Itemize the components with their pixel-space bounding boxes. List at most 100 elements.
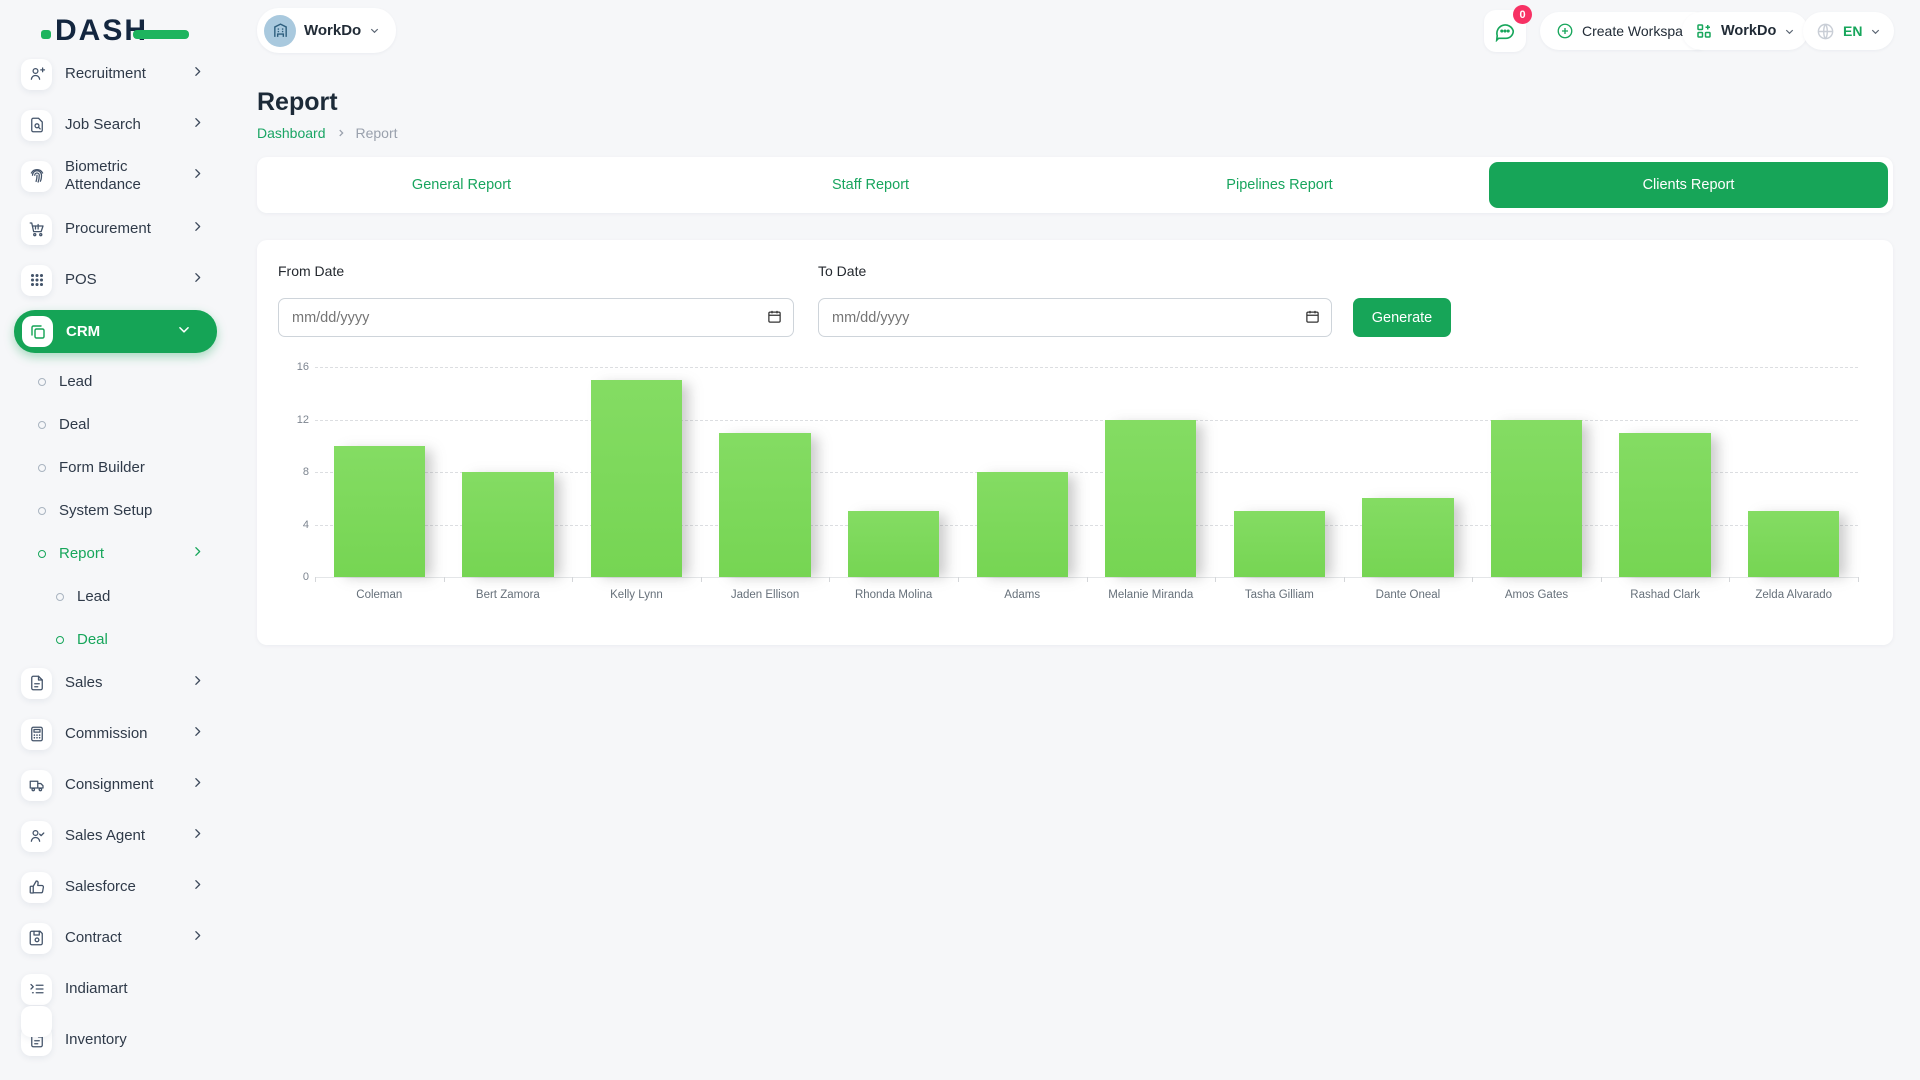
report-tabs: General ReportStaff ReportPipelines Repo…: [257, 157, 1893, 213]
language-code: EN: [1843, 23, 1862, 39]
bar-jaden-ellison[interactable]: [719, 433, 810, 577]
chevron-right-icon: [191, 827, 204, 845]
bar-bert-zamora[interactable]: [462, 472, 553, 577]
bullet-icon: [38, 421, 46, 429]
sidebar-item-procurement[interactable]: Procurement: [0, 208, 230, 250]
bullet-icon: [56, 593, 64, 601]
sidebar-item-biometric-attendance[interactable]: Biometric Attendance: [0, 155, 230, 197]
tab-clients-report[interactable]: Clients Report: [1489, 162, 1888, 208]
sidebar-item-label: CRM: [66, 323, 184, 341]
messages-button[interactable]: 0: [1484, 10, 1526, 52]
x-axis-category-label: Kelly Lynn: [572, 589, 701, 601]
chat-bubble-icon: [1494, 20, 1516, 42]
x-axis-tick: [1472, 577, 1473, 582]
x-axis-tick: [1858, 577, 1859, 582]
thumbs-up-icon: [21, 872, 52, 903]
tab-general-report[interactable]: General Report: [257, 157, 666, 213]
app-switcher[interactable]: WorkDo: [1682, 12, 1808, 50]
bar-melanie-miranda[interactable]: [1105, 420, 1196, 578]
globe-icon: [1816, 22, 1835, 41]
breadcrumb: Dashboard Report: [257, 125, 1893, 141]
sidebar-item-consignment[interactable]: Consignment: [0, 764, 230, 806]
sidebar-item-label: Lead: [77, 588, 195, 606]
app-logo: DASH: [55, 14, 185, 50]
chevron-right-icon: [191, 929, 204, 947]
sidebar-item-label: Biometric Attendance: [65, 158, 183, 194]
sidebar-item-lead[interactable]: Lead: [0, 361, 230, 403]
tab-pipelines-report[interactable]: Pipelines Report: [1075, 157, 1484, 213]
report-card: From Date To Date Generate 0481216Colema…: [257, 240, 1893, 645]
sidebar-item-pos[interactable]: POS: [0, 259, 230, 301]
sidebar-item-label: Consignment: [65, 776, 183, 794]
sidebar-item-sales-agent[interactable]: Sales Agent: [0, 815, 230, 857]
user-plus-icon: [21, 59, 52, 90]
truck-icon: [21, 770, 52, 801]
workspace-avatar: [264, 15, 296, 47]
sidebar-item-contract[interactable]: Contract: [0, 917, 230, 959]
tab-staff-report[interactable]: Staff Report: [666, 157, 1075, 213]
sidebar-item-form-builder[interactable]: Form Builder: [0, 447, 230, 489]
breadcrumb-dashboard-link[interactable]: Dashboard: [257, 125, 326, 141]
bar-rashad-clark[interactable]: [1619, 433, 1710, 577]
sidebar-item-deal[interactable]: Deal: [0, 619, 230, 661]
sidebar-item-recruitment[interactable]: Recruitment: [0, 57, 230, 95]
sidebar-item-job-search[interactable]: Job Search: [0, 104, 230, 146]
bar-zelda-alvarado[interactable]: [1748, 511, 1839, 577]
sidebar-item-label: Procurement: [65, 220, 183, 238]
calculator-icon: [21, 719, 52, 750]
sidebar-nav: Recruitment Job Search Biometric Attendanc…: [0, 57, 230, 1080]
chevron-down-icon: [369, 25, 380, 36]
sidebar-item-crm[interactable]: CRM: [14, 310, 217, 353]
bullet-icon: [38, 464, 46, 472]
x-axis-category-label: Jaden Ellison: [701, 589, 830, 601]
x-axis-category-label: Coleman: [315, 589, 444, 601]
sidebar-item-label: Recruitment: [65, 65, 183, 83]
gridline: [315, 367, 1858, 368]
page-title: Report: [257, 88, 1893, 117]
bar-amos-gates[interactable]: [1491, 420, 1582, 578]
sidebar-item-system-setup[interactable]: System Setup: [0, 490, 230, 532]
bar-coleman[interactable]: [334, 446, 425, 577]
create-workspace-label: Create Workspace: [1582, 23, 1698, 39]
x-axis-tick: [1729, 577, 1730, 582]
sidebar-item-label: Job Search: [65, 116, 183, 134]
sidebar-item-label: System Setup: [59, 502, 177, 520]
x-axis-tick: [958, 577, 959, 582]
cart-icon: [21, 214, 52, 245]
x-axis-category-label: Rashad Clark: [1601, 589, 1730, 601]
sidebar-item-label: Commission: [65, 725, 183, 743]
bar-tasha-gilliam[interactable]: [1234, 511, 1325, 577]
sidebar-item-sales[interactable]: Sales: [0, 662, 230, 704]
plus-circle-icon: [1556, 22, 1574, 40]
sidebar-item-indiamart[interactable]: Indiamart: [0, 968, 230, 1010]
chevron-right-icon: [191, 271, 204, 289]
sidebar-item-lead[interactable]: Lead: [0, 576, 230, 618]
x-axis-category-label: Rhonda Molina: [829, 589, 958, 601]
chevron-right-icon: [191, 878, 204, 896]
clients-report-bar-chart: 0481216ColemanBert ZamoraKelly LynnJaden…: [257, 240, 1893, 645]
language-selector[interactable]: EN: [1803, 12, 1894, 50]
bullet-icon: [38, 550, 46, 558]
sidebar-item-report[interactable]: Report: [0, 533, 230, 575]
chevron-right-icon: [191, 65, 204, 83]
bar-kelly-lynn[interactable]: [591, 380, 682, 577]
y-axis-tick-label: 16: [269, 361, 309, 373]
chevron-right-icon: [191, 167, 204, 185]
bar-rhonda-molina[interactable]: [848, 511, 939, 577]
list-icon: [21, 974, 52, 1005]
sidebar-item-salesforce[interactable]: Salesforce: [0, 866, 230, 908]
x-axis-tick: [829, 577, 830, 582]
sidebar-item-label: Form Builder: [59, 459, 177, 477]
bar-adams[interactable]: [977, 472, 1068, 577]
sidebar-item-label: Sales: [65, 674, 183, 692]
sidebar-item-label: Salesforce: [65, 878, 183, 896]
sidebar-item-commission[interactable]: Commission: [0, 713, 230, 755]
bar-dante-oneal[interactable]: [1362, 498, 1453, 577]
sidebar-item-deal[interactable]: Deal: [0, 404, 230, 446]
workspace-switcher[interactable]: WorkDo: [257, 8, 396, 53]
x-axis-tick: [701, 577, 702, 582]
gridline: [315, 420, 1858, 421]
breadcrumb-current: Report: [356, 125, 398, 141]
bullet-icon: [56, 636, 64, 644]
chevron-right-icon: [191, 545, 204, 563]
